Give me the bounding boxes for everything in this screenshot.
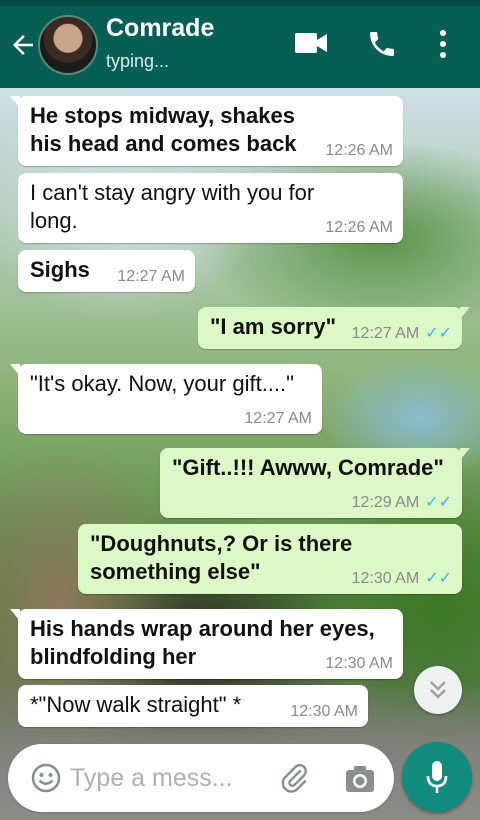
- message-text: "It's okay. Now, your gift....": [30, 371, 294, 396]
- message-input[interactable]: [70, 760, 270, 796]
- message-bubble[interactable]: His hands wrap around her eyes, blindfol…: [10, 609, 403, 679]
- message-bubble[interactable]: "Doughnuts,? Or is there something else"…: [78, 524, 462, 594]
- scroll-to-bottom-button[interactable]: [414, 666, 462, 714]
- mic-icon: [426, 761, 448, 793]
- read-receipt-icon: ✓✓: [425, 325, 452, 342]
- emoji-icon[interactable]: [30, 762, 62, 794]
- message-time: 12:27 AM: [117, 268, 185, 285]
- message-time: 12:26 AM: [325, 142, 393, 159]
- message-text: "Doughnuts,? Or is there something else": [90, 531, 353, 584]
- read-receipt-icon: ✓✓: [425, 570, 452, 587]
- message-bubble[interactable]: I can't stay angry with you for long. 12…: [18, 173, 403, 243]
- message-text: "Gift..!!! Awww, Comrade": [172, 455, 444, 480]
- read-receipt-icon: ✓✓: [425, 494, 452, 511]
- message-bubble[interactable]: "It's okay. Now, your gift...." 12:27 AM: [10, 364, 322, 434]
- contact-status: typing...: [106, 51, 170, 71]
- message-text: He stops midway, shakes his head and com…: [30, 103, 297, 156]
- video-call-icon[interactable]: [294, 30, 328, 56]
- message-time: 12:30 AM ✓✓: [351, 570, 452, 587]
- voice-call-icon[interactable]: [366, 28, 398, 60]
- chat-header: Comrade typing...: [0, 0, 480, 88]
- voice-record-button[interactable]: [402, 742, 472, 812]
- message-bubble[interactable]: Sighs 12:27 AM: [18, 250, 195, 292]
- more-options-icon[interactable]: [436, 28, 450, 60]
- message-bubble[interactable]: He stops midway, shakes his head and com…: [10, 96, 403, 166]
- message-bubble[interactable]: "Gift..!!! Awww, Comrade" 12:29 AM ✓✓: [160, 448, 470, 518]
- camera-icon[interactable]: [344, 764, 376, 794]
- message-bubble[interactable]: "I am sorry" 12:27 AM ✓✓: [198, 307, 470, 349]
- status-bar: [0, 0, 480, 6]
- message-time: 12:27 AM ✓✓: [351, 325, 452, 342]
- message-time: 12:30 AM: [325, 655, 393, 672]
- message-composer: [8, 744, 394, 812]
- message-time: 12:29 AM ✓✓: [351, 494, 452, 511]
- back-arrow-icon[interactable]: [8, 30, 38, 60]
- message-time: 12:26 AM: [325, 219, 393, 236]
- double-chevron-down-icon: [430, 681, 446, 699]
- message-time: 12:27 AM: [244, 410, 312, 427]
- attach-icon[interactable]: [278, 762, 310, 794]
- message-text: I can't stay angry with you for long.: [30, 180, 315, 233]
- message-bubble[interactable]: *"Now walk straight" * 12:30 AM: [18, 685, 368, 727]
- avatar[interactable]: [38, 15, 98, 75]
- message-time: 12:30 AM: [290, 703, 358, 720]
- contact-name[interactable]: Comrade: [106, 14, 214, 43]
